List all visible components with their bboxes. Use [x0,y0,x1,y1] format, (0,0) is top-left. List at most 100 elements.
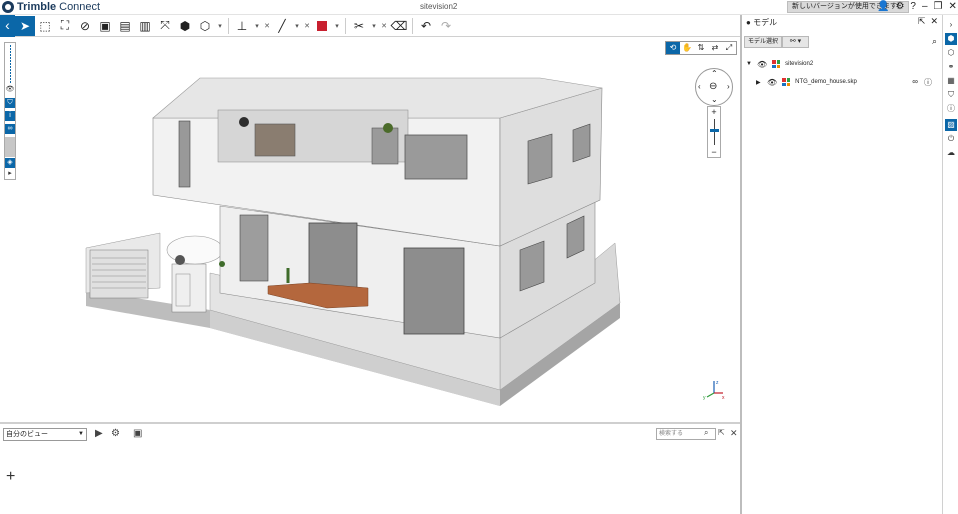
user-icon[interactable]: 👤 [877,0,889,14]
color-dropdown-icon[interactable]: ▾ [332,16,342,36]
scissors-icon[interactable]: ✂ [349,16,369,36]
logo-word-connect: Connect [59,1,101,13]
axis-label-z: z [716,380,719,386]
section-clip-icon[interactable]: ▥ [135,16,155,36]
measure-clear-icon[interactable]: ✕ [262,16,272,36]
tree-item-project[interactable]: ▼ 👁 sitevision2 [746,59,813,69]
walk-mode-icon[interactable]: ⇅ [694,42,708,54]
back-chevron-icon[interactable]: ‹ [0,14,15,37]
clip-clear-icon[interactable]: ✕ [379,16,389,36]
expand-panel-icon[interactable]: ⇱ [718,428,725,437]
clip-dropdown-icon[interactable]: ▾ [369,16,379,36]
orbit-down-icon[interactable]: ⌄ [711,95,718,104]
orbit-left-icon[interactable]: ‹ [698,82,701,91]
visibility-eye-icon[interactable]: 👁 [5,85,15,95]
fullscreen-icon[interactable]: ⤢ [722,42,736,54]
objects-icon[interactable]: ⬡ [945,47,957,59]
power-icon[interactable]: ⏻ [945,133,957,145]
section-box-icon[interactable]: ▣ [95,16,115,36]
info-icon[interactable]: i [5,111,15,121]
expand-strip-icon[interactable]: ▸ [5,169,15,179]
play-icon[interactable]: ▶ [95,428,103,439]
markup-clear-icon[interactable]: ✕ [302,16,312,36]
layers-icon[interactable]: ◈ [5,158,15,168]
pan-hand-icon[interactable]: ✋ [680,42,694,54]
undo-icon[interactable]: ↶ [416,16,436,36]
orbit-right-icon[interactable]: › [727,82,730,91]
redo-icon[interactable]: ↷ [436,16,456,36]
collapse-chevron-icon[interactable]: › [945,19,957,31]
markup-line-icon[interactable]: ╱ [272,16,292,36]
section-plane-icon[interactable]: ▤ [115,16,135,36]
axis-label-y: y [703,395,706,400]
tree-item-model[interactable]: ▶ 👁 NTG_demo_house.skp ∞ ⓘ [756,77,938,87]
settings-gear-icon[interactable]: ⚙ [895,0,904,14]
title-bar: Trimble Connect sitevision2 新しいバージョンが使用で… [0,0,958,15]
tree-item-label: sitevision2 [785,61,814,67]
orbit-mode-icon[interactable]: ⟲ [666,42,680,54]
fit-selection-icon[interactable]: ⛶ [55,16,75,36]
visibility-eye-icon[interactable]: 👁 [767,78,777,87]
view-cube-icon[interactable]: ⬡ [195,16,215,36]
zoom-out-button[interactable]: − [708,147,720,157]
minimize-icon[interactable]: – [922,0,928,14]
expand-panel-icon[interactable]: ⇱ [918,16,926,27]
close-panel-icon[interactable]: ✕ [930,16,938,27]
markup-dropdown-icon[interactable]: ▾ [292,16,302,36]
views-image-icon[interactable]: ▨ [945,119,957,131]
shield-icon[interactable]: ⛉ [945,89,957,101]
chevron-down-icon: ▾ [797,38,802,45]
link-icon[interactable]: ∞ [5,124,15,134]
models-cube-icon[interactable]: ⬢ [945,33,957,45]
settings-gear-icon[interactable]: ⚙ [111,428,120,439]
close-panel-icon[interactable]: ✕ [730,428,738,439]
measure-dropdown-icon[interactable]: ▾ [252,16,262,36]
shield-icon[interactable]: ⛉ [5,98,15,108]
model-select-button[interactable]: モデル選択 [744,36,783,48]
info-icon[interactable]: ⓘ [924,77,932,88]
trimble-logo-icon [2,1,14,13]
document-title: sitevision2 [420,2,458,11]
object-explorer-icon[interactable]: ⬢ [175,16,195,36]
camera-icon[interactable]: ▣ [133,428,142,439]
search-icon[interactable]: ⌕ [932,36,937,47]
clash-icon[interactable]: ⚭ [945,61,957,73]
hide-eye-icon[interactable]: ⊘ [75,16,95,36]
cloud-icon[interactable]: ☁ [945,147,957,159]
orbit-center-icon[interactable]: ⊖ [709,81,717,92]
zoom-slider[interactable]: + − [707,106,721,158]
disabled-tool-icon[interactable] [5,137,15,147]
orbit-navigation-wheel[interactable]: ⌃ ⌄ ‹ › ⊖ [695,68,733,106]
box-select-icon[interactable]: ⬚ [35,16,55,36]
add-view-button[interactable]: + [6,468,15,486]
3d-viewport[interactable]: ⟲ ✋ ⇅ ⇄ ⤢ ⌃ ⌄ ‹ › ⊖ + − z x y [0,38,740,422]
models-panel: ● モデル ⇱ ✕ モデル選択 ⚯ ▾ ⌕ ▼ 👁 sitevision2 ▶ … [742,15,942,514]
fit-all-icon[interactable]: ⤧ [155,16,175,36]
view-filter-select[interactable]: 自分のビュー ▼ [3,428,87,441]
help-icon[interactable]: ? [910,0,916,14]
filter-dropdown[interactable]: ⚯ ▾ [782,36,809,48]
right-icon-strip: › ⬢ ⬡ ⚭ ▦ ⛉ ⓘ ▨ ⏻ ☁ [942,15,958,514]
restore-icon[interactable]: ❐ [934,0,943,14]
main-toolbar: ‹ ➤ ⬚ ⛶ ⊘ ▣ ▤ ▥ ⤧ ⬢ ⬡ ▾ ⊥ ▾ ✕ ╱ ▾ ✕ ▾ ✂ … [0,14,740,37]
transparency-slider[interactable] [10,45,11,83]
zoom-in-button[interactable]: + [708,107,720,117]
visibility-eye-icon[interactable]: 👁 [757,60,767,69]
select-pointer-icon[interactable]: ➤ [15,15,35,36]
clear-markups-icon[interactable]: ⌫ [389,16,409,36]
info-icon[interactable]: ⓘ [945,103,957,115]
view-cube-dropdown-icon[interactable]: ▾ [215,16,225,36]
fly-mode-icon[interactable]: ⇄ [708,42,722,54]
markup-color-swatch[interactable] [312,16,332,36]
close-window-icon[interactable]: ✕ [949,0,957,14]
house-model-render[interactable] [0,38,740,422]
zoom-slider-knob[interactable] [710,129,719,132]
collapse-triangle-icon[interactable]: ▼ [746,61,752,67]
measure-icon[interactable]: ⊥ [232,16,252,36]
properties-icon[interactable]: ▦ [945,75,957,87]
disabled-tool-2-icon[interactable] [5,147,15,157]
search-icon[interactable]: ⌕ [704,428,708,438]
expand-triangle-icon[interactable]: ▶ [756,79,762,86]
link-icon[interactable]: ∞ [912,77,918,88]
orbit-up-icon[interactable]: ⌃ [711,69,718,78]
